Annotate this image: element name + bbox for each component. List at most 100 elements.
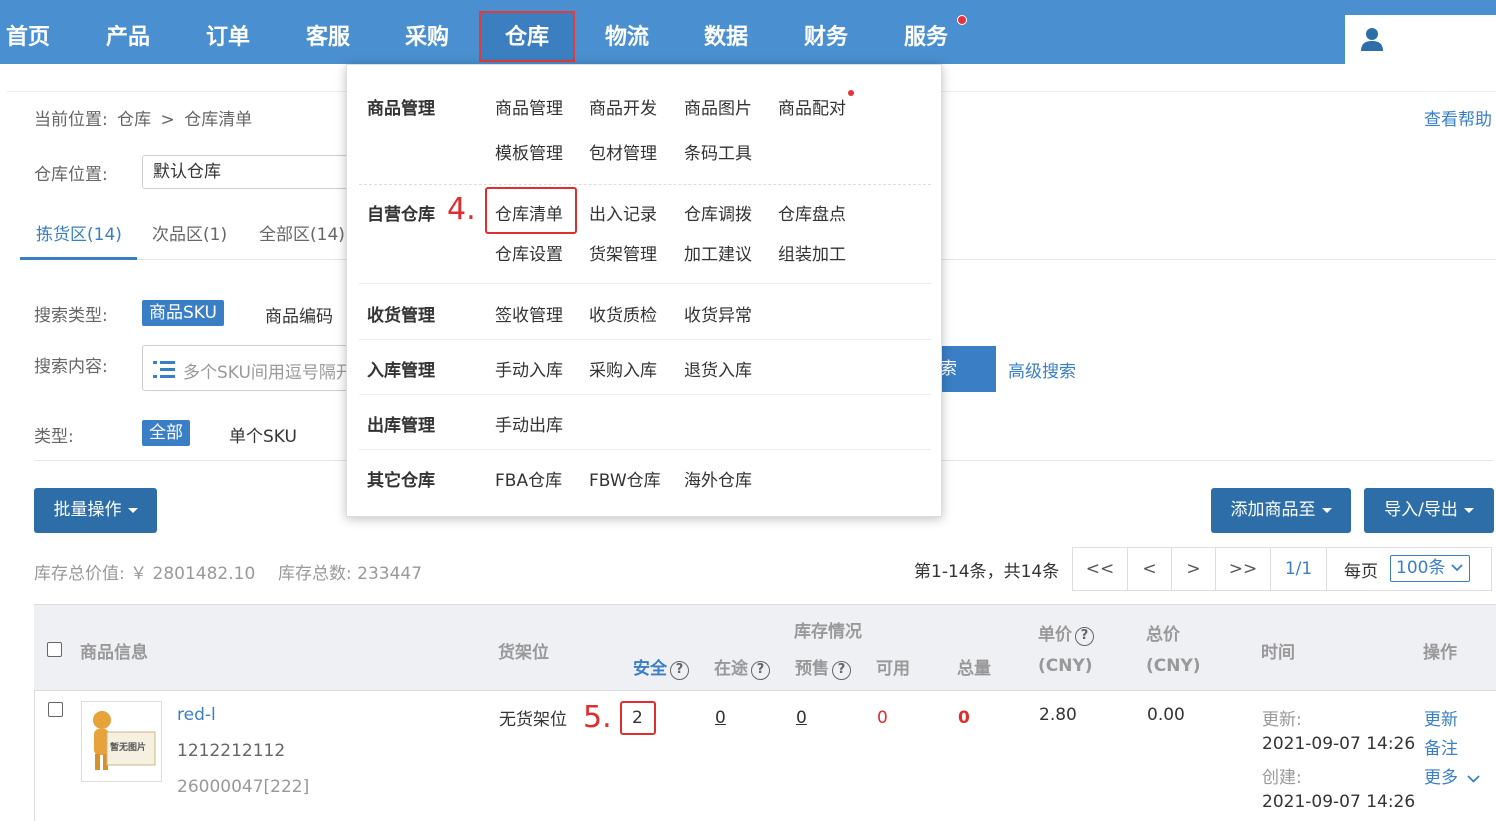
updated-label: 更新: — [1262, 710, 1302, 730]
dd-product-mgmt[interactable]: 商品管理 — [495, 94, 563, 119]
dd-overseas-warehouse[interactable]: 海外仓库 — [684, 466, 752, 491]
presale-stock-link[interactable]: 0 — [796, 708, 807, 728]
dd-template-mgmt[interactable]: 模板管理 — [495, 139, 563, 164]
nav-data[interactable]: 数据 — [698, 0, 754, 64]
select-all-checkbox[interactable] — [47, 642, 62, 657]
dd-shelf-mgmt[interactable]: 货架管理 — [589, 240, 657, 265]
row-checkbox[interactable] — [48, 702, 63, 717]
page-next[interactable]: > — [1172, 548, 1216, 590]
dd-processing-advice[interactable]: 加工建议 — [684, 240, 752, 265]
search-type-code[interactable]: 商品编码 — [265, 302, 333, 327]
page-prev[interactable]: < — [1128, 548, 1172, 590]
stock-total-count: 库存总数: 233447 — [278, 564, 423, 584]
dd-assembly[interactable]: 组装加工 — [778, 240, 846, 265]
dd-divider — [359, 394, 931, 395]
breadcrumb-current: 仓库清单 — [184, 110, 253, 130]
advanced-search-link[interactable]: 高级搜索 — [1008, 357, 1076, 382]
dd-purchase-inbound[interactable]: 采购入库 — [589, 356, 657, 381]
nav-purchase[interactable]: 采购 — [399, 0, 455, 64]
shelf-value: 无货架位 — [499, 710, 567, 730]
breadcrumb-label: 当前位置: — [34, 110, 108, 130]
search-input[interactable]: 多个SKU间用逗号隔开 — [142, 345, 352, 391]
caret-down-icon — [1321, 507, 1332, 513]
nav-products[interactable]: 产品 — [100, 0, 156, 64]
page-first[interactable]: << — [1073, 548, 1128, 590]
dd-manual-inbound[interactable]: 手动入库 — [495, 356, 563, 381]
dd-receiving-qc[interactable]: 收货质检 — [589, 301, 657, 326]
stock-total-value: 库存总价值: ￥ 2801482.10 — [34, 564, 256, 584]
warehouse-dropdown-menu: 商品管理 商品管理 商品开发 商品图片 商品配对 模板管理 包材管理 条码工具 … — [346, 64, 942, 517]
dd-barcode-tool[interactable]: 条码工具 — [684, 139, 752, 164]
dd-stocktake[interactable]: 仓库盘点 — [778, 200, 846, 225]
nav-home[interactable]: 首页 — [0, 0, 56, 64]
total-price-value: 0.00 — [1147, 705, 1185, 725]
th-safe: 安全? — [633, 654, 689, 680]
nav-services[interactable]: 服务 — [898, 0, 954, 64]
dd-fbw-warehouse[interactable]: FBW仓库 — [589, 466, 661, 491]
available-stock-value: 0 — [877, 708, 888, 728]
help-link[interactable]: 查看帮助 — [1424, 105, 1492, 130]
tab-picking-zone[interactable]: 拣货区(14) — [36, 220, 122, 245]
help-icon[interactable]: ? — [832, 661, 851, 680]
new-badge-dot — [848, 90, 854, 96]
batch-operations-button[interactable]: 批量操作 — [34, 488, 157, 533]
search-type-sku[interactable]: 商品SKU — [142, 300, 224, 326]
per-page-label: 每页 — [1344, 562, 1378, 582]
dd-product-dev[interactable]: 商品开发 — [589, 94, 657, 119]
product-thumbnail[interactable]: 暂无图片 — [81, 701, 162, 782]
type-all[interactable]: 全部 — [142, 420, 190, 446]
created-time: 2021-09-07 14:26 — [1262, 792, 1416, 812]
nav-logistics[interactable]: 物流 — [599, 0, 655, 64]
no-image-text: 暂无图片 — [110, 743, 147, 753]
user-menu[interactable] — [1345, 15, 1496, 64]
update-link[interactable]: 更新 — [1424, 705, 1458, 730]
type-single-sku[interactable]: 单个SKU — [229, 422, 297, 447]
search-type-label: 搜索类型: — [34, 306, 108, 326]
th-safe-label: 安全 — [633, 659, 667, 679]
help-icon[interactable]: ? — [670, 661, 689, 680]
dd-divider — [359, 339, 931, 340]
nav-orders[interactable]: 订单 — [200, 0, 256, 64]
add-product-to-button[interactable]: 添加商品至 — [1211, 488, 1351, 533]
help-icon[interactable]: ? — [751, 661, 770, 680]
dd-signing-mgmt[interactable]: 签收管理 — [495, 301, 563, 326]
dd-product-images[interactable]: 商品图片 — [684, 94, 752, 119]
nav-service[interactable]: 客服 — [300, 0, 356, 64]
unit-price-value: 2.80 — [1039, 705, 1077, 725]
dd-receiving-exception[interactable]: 收货异常 — [684, 301, 752, 326]
breadcrumb-warehouse[interactable]: 仓库 — [117, 110, 151, 130]
warehouse-select[interactable]: 默认仓库 — [142, 155, 362, 189]
th-ops: 操作 — [1423, 643, 1457, 663]
caret-down-icon — [1463, 507, 1474, 513]
dd-inout-records[interactable]: 出入记录 — [589, 200, 657, 225]
page-indicator[interactable]: 1/1 — [1271, 548, 1327, 590]
product-name-link[interactable]: red-l — [177, 705, 216, 725]
search-placeholder: 多个SKU间用逗号隔开 — [183, 363, 351, 383]
help-icon[interactable]: ? — [1075, 627, 1094, 646]
dd-product-matching[interactable]: 商品配对 — [778, 94, 846, 119]
dd-warehouse-settings[interactable]: 仓库设置 — [495, 240, 563, 265]
dd-warehouse-list[interactable]: 仓库清单 — [495, 200, 563, 225]
top-nav: 首页 产品 订单 客服 采购 仓库 物流 数据 财务 服务 — [0, 0, 1496, 64]
import-export-button[interactable]: 导入/导出 — [1364, 488, 1494, 533]
dd-warehouse-transfer[interactable]: 仓库调拨 — [684, 200, 752, 225]
nav-finance[interactable]: 财务 — [798, 0, 854, 64]
note-link[interactable]: 备注 — [1424, 734, 1458, 759]
user-icon — [1361, 28, 1383, 51]
batch-label: 批量操作 — [53, 500, 122, 520]
notification-dot — [957, 15, 967, 25]
nav-warehouse[interactable]: 仓库 — [479, 11, 575, 62]
more-link[interactable]: 更多 — [1424, 763, 1481, 788]
tab-all-zones[interactable]: 全部区(14) — [259, 220, 345, 245]
per-page-select[interactable]: 100条 — [1390, 555, 1470, 582]
dd-fba-warehouse[interactable]: FBA仓库 — [495, 466, 562, 491]
dd-manual-outbound[interactable]: 手动出库 — [495, 411, 563, 436]
dd-return-inbound[interactable]: 退货入库 — [684, 356, 752, 381]
tab-defect-zone[interactable]: 次品区(1) — [152, 220, 227, 245]
dd-packaging-mgmt[interactable]: 包材管理 — [589, 139, 657, 164]
transit-stock-link[interactable]: 0 — [715, 708, 726, 728]
page-last[interactable]: >> — [1216, 548, 1271, 590]
dd-section-other-warehouse: 其它仓库 — [367, 471, 435, 491]
th-time: 时间 — [1261, 643, 1295, 663]
annotation-step-4: 4. — [447, 192, 476, 227]
